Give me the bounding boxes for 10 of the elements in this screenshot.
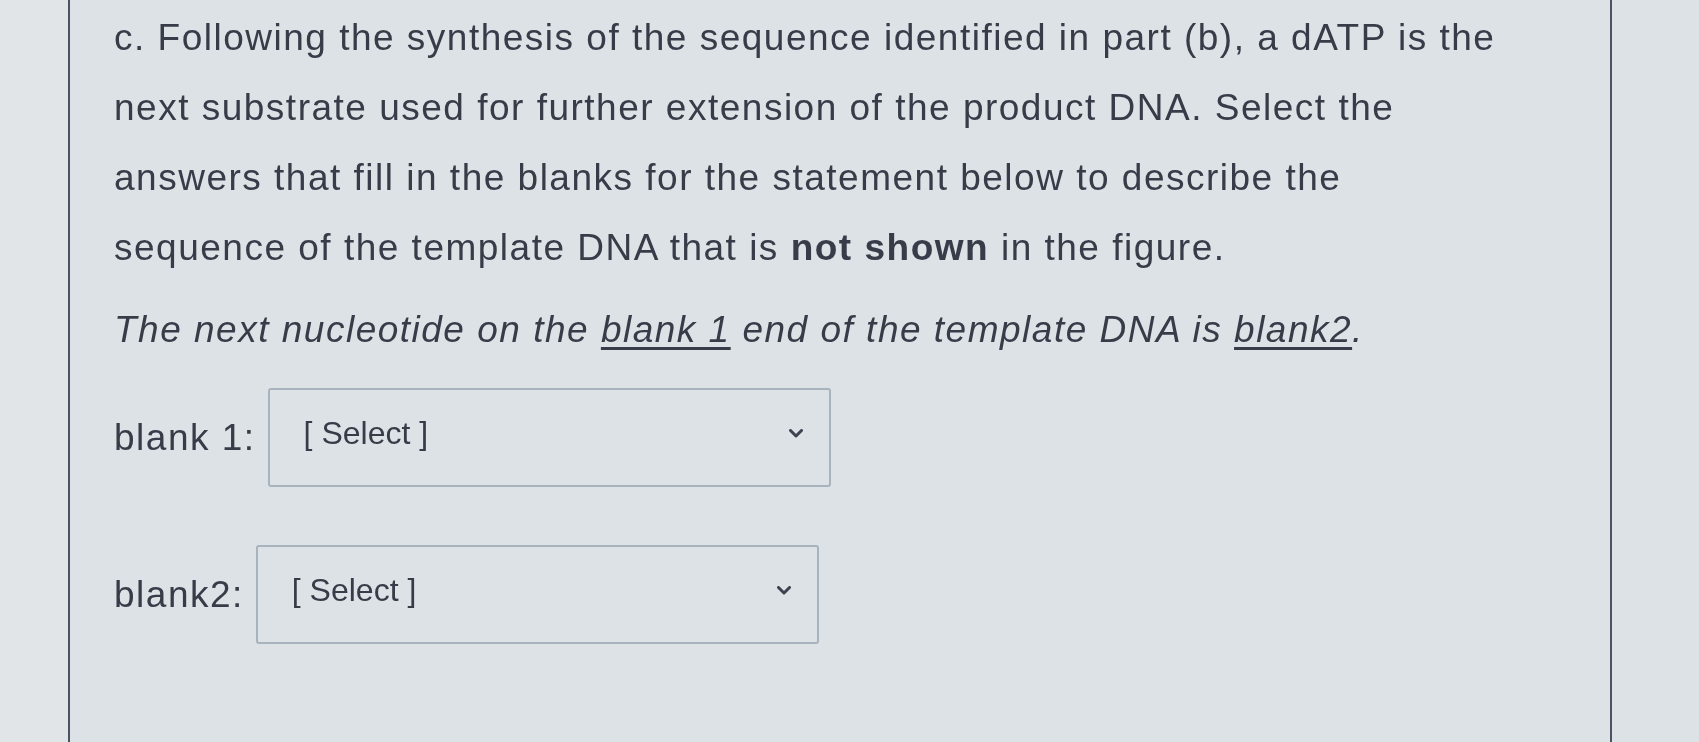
blank-label: blank 1: <box>114 416 256 459</box>
chevron-down-icon <box>776 586 791 595</box>
statement-text: The next nucleotide on the blank 1 end of the template DNA is blank2. <box>114 308 1365 352</box>
blank-reference: blank 1 <box>600 309 731 350</box>
answer-dropdown[interactable]: [ Select ] <box>255 545 819 644</box>
blank-label: blank2: <box>114 573 244 616</box>
answer-dropdown[interactable]: [ Select ] <box>267 388 831 487</box>
question-text: c. Following the synthesis of the sequence identified in part (b), a dATP is the next substrate used for further extension of the product DNA. Select the answers that fill in the blanks for the statement below to describe the sequence of the template DNA that is not shown in the figure. <box>114 16 1497 270</box>
chevron-down-icon <box>788 429 803 438</box>
blank-reference: blank2 <box>1234 309 1353 350</box>
